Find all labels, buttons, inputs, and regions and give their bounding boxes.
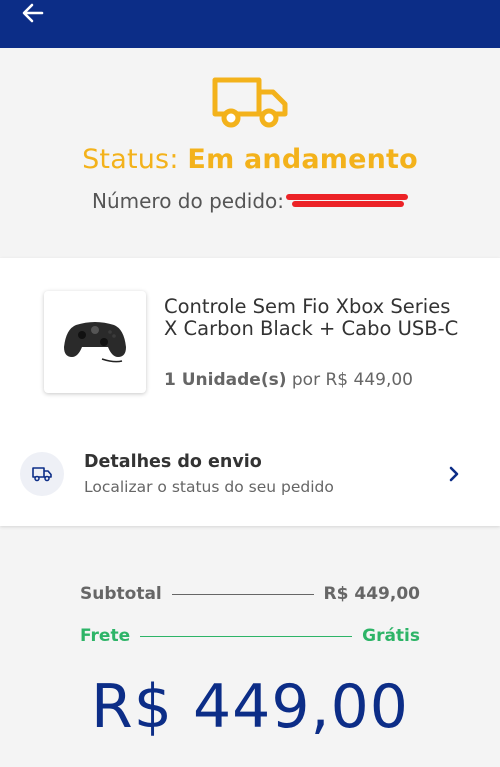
- order-status: Status: Em andamento: [82, 144, 418, 175]
- xbox-controller-image: [64, 322, 126, 363]
- shipping-cost-row: Frete Grátis: [80, 626, 420, 646]
- order-number: Número do pedido:: [92, 189, 408, 213]
- status-label: Status:: [82, 144, 179, 175]
- shipping-icon-badge: [20, 452, 64, 496]
- shipping-cost-label: Frete: [80, 626, 131, 646]
- truck-icon: [32, 467, 52, 482]
- subtotal-value: R$ 449,00: [323, 584, 420, 604]
- subtotal-row: Subtotal R$ 449,00: [80, 584, 420, 604]
- top-app-bar: [0, 0, 500, 48]
- subtotal-label: Subtotal: [80, 584, 162, 604]
- product-quantity-price: 1 Unidade(s) por R$ 449,00: [164, 370, 413, 390]
- shipping-title: Detalhes do envio: [84, 452, 262, 472]
- truck-icon: [212, 77, 288, 128]
- back-button[interactable]: [22, 0, 70, 29]
- shipping-details-row[interactable]: Detalhes do envio Localizar o status do …: [0, 444, 500, 504]
- product-name: Controle Sem Fio Xbox Series X Carbon Bl…: [164, 295, 459, 340]
- arrow-left-icon: [22, 3, 44, 23]
- shipping-text: Detalhes do envio Localizar o status do …: [84, 452, 448, 496]
- shipping-subtitle: Localizar o status do seu pedido: [84, 478, 334, 496]
- product-quantity: 1 Unidade(s): [164, 370, 287, 390]
- divider: [140, 635, 353, 637]
- order-total: R$ 449,00: [91, 672, 409, 742]
- chevron-right-icon[interactable]: [448, 465, 460, 483]
- order-details-card: Controle Sem Fio Xbox Series X Carbon Bl…: [0, 258, 500, 526]
- shipping-cost-value: Grátis: [362, 626, 420, 646]
- order-number-label: Número do pedido:: [91, 189, 284, 213]
- product-price: por R$ 449,00: [291, 370, 413, 390]
- divider: [171, 593, 314, 595]
- product-image[interactable]: [44, 291, 146, 393]
- order-status-section: Status: Em andamento Número do pedido:: [0, 48, 500, 258]
- redaction-mark: [286, 191, 408, 211]
- status-value: Em andamento: [187, 144, 418, 175]
- order-totals: Subtotal R$ 449,00 Frete Grátis R$ 449,0…: [0, 530, 500, 767]
